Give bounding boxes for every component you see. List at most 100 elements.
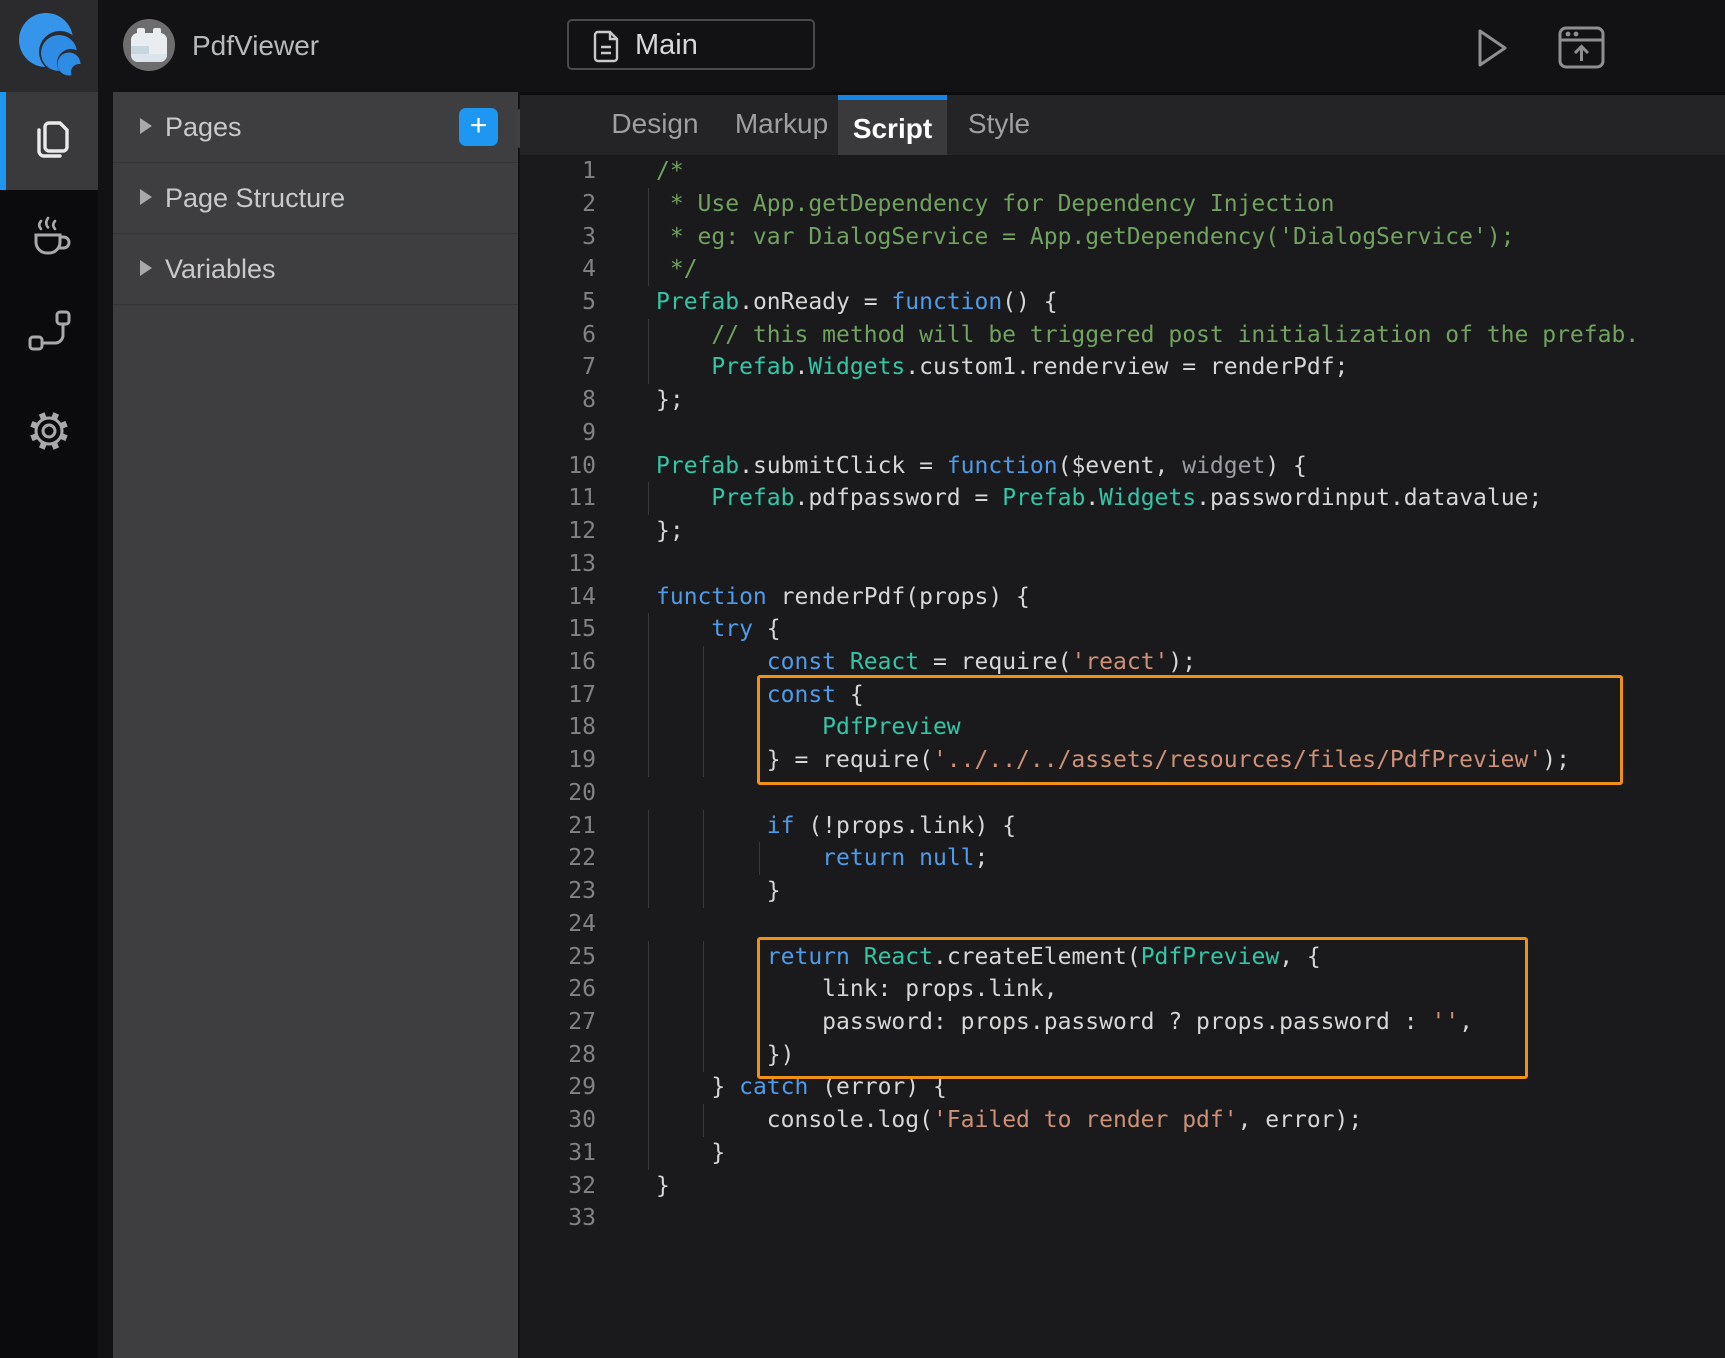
panel-section-label: Page Structure (165, 163, 345, 233)
line-number: 29 (520, 1071, 596, 1104)
line-number: 13 (520, 548, 596, 581)
panel-section-label: Variables (165, 234, 276, 304)
line-number: 28 (520, 1039, 596, 1072)
line-number: 25 (520, 941, 596, 974)
indent-guide (648, 1006, 649, 1039)
line-number: 7 (520, 351, 596, 384)
line-number: 19 (520, 744, 596, 777)
code-line-10[interactable]: 10 Prefab.submitClick = function($event, … (520, 450, 1725, 483)
code-line-15[interactable]: 15 try { (520, 613, 1725, 646)
chevron-right-icon (140, 118, 152, 134)
code-line-5[interactable]: 5 Prefab.onReady = function() { (520, 286, 1725, 319)
chevron-right-icon (140, 260, 152, 276)
code-line-13[interactable]: 13 (520, 548, 1725, 581)
code-text: } (656, 1170, 670, 1203)
code-line-11[interactable]: 11 Prefab.pdfpassword = Prefab.Widgets.p… (520, 482, 1725, 515)
indent-guide (648, 810, 649, 843)
code-text: const React = require('react'); (656, 646, 1196, 679)
line-number: 33 (520, 1202, 596, 1235)
page-selector-button[interactable]: Main (567, 19, 815, 70)
code-line-21[interactable]: 21 if (!props.link) { (520, 810, 1725, 843)
line-number: 22 (520, 842, 596, 875)
indent-guide (648, 941, 649, 974)
indent-guide (648, 744, 649, 777)
left-icon-rail (0, 92, 98, 1358)
editor-tabbar: DesignMarkupScriptStyle (520, 92, 1725, 155)
line-number: 18 (520, 711, 596, 744)
code-line-3[interactable]: 3 * eg: var DialogService = App.getDepen… (520, 221, 1725, 254)
rail-item-settings[interactable] (0, 402, 98, 464)
page-icon (591, 29, 623, 65)
code-highlight-box-2 (757, 937, 1528, 1080)
code-text: Prefab.onReady = function() { (656, 286, 1058, 319)
line-number: 15 (520, 613, 596, 646)
indent-guide (648, 711, 649, 744)
connector-icon (24, 305, 74, 360)
code-text: try { (656, 613, 781, 646)
panel-section-pages[interactable]: Pages + (113, 92, 518, 163)
script-code-editor[interactable]: 1 /*2 * Use App.getDependency for Depende… (520, 155, 1725, 1358)
code-line-2[interactable]: 2 * Use App.getDependency for Dependency… (520, 188, 1725, 221)
code-line-9[interactable]: 9 (520, 417, 1725, 450)
pages-icon (28, 115, 76, 168)
prefab-avatar[interactable] (122, 18, 176, 72)
indent-guide (648, 875, 649, 908)
code-line-30[interactable]: 30 console.log('Failed to render pdf', e… (520, 1104, 1725, 1137)
indent-guide (648, 646, 649, 679)
wavemaker-studio-window: PdfViewer Main Pages + Page Structure Var… (0, 0, 1725, 1358)
code-text: /* (656, 155, 684, 188)
code-line-6[interactable]: 6 // this method will be triggered post … (520, 319, 1725, 352)
rail-item-pages[interactable] (0, 92, 98, 190)
chevron-right-icon (140, 189, 152, 205)
add-page-button plus-icon[interactable]: + (459, 108, 498, 146)
indent-guide (648, 1071, 649, 1104)
code-line-16[interactable]: 16 const React = require('react'); (520, 646, 1725, 679)
play-icon run-button[interactable] (1474, 26, 1510, 70)
preview-window-icon[interactable] (1558, 26, 1606, 70)
indent-guide (648, 351, 649, 384)
code-text: console.log('Failed to render pdf', erro… (656, 1104, 1362, 1137)
indent-guide (648, 842, 649, 875)
line-number: 1 (520, 155, 596, 188)
code-line-23[interactable]: 23 } (520, 875, 1725, 908)
code-line-32[interactable]: 32} (520, 1170, 1725, 1203)
code-line-4[interactable]: 4 */ (520, 253, 1725, 286)
line-number: 30 (520, 1104, 596, 1137)
tab-script[interactable]: Script (838, 95, 947, 155)
panel-section-label: Pages (165, 92, 242, 162)
tab-design[interactable]: Design (597, 95, 713, 155)
project-title: PdfViewer (192, 0, 319, 92)
code-line-22[interactable]: 22 return null; (520, 842, 1725, 875)
code-highlight-box-1 (757, 675, 1623, 785)
code-text: } (656, 875, 781, 908)
line-number: 10 (520, 450, 596, 483)
tab-markup[interactable]: Markup (718, 95, 845, 155)
code-text: function renderPdf(props) { (656, 581, 1030, 614)
panel-section-page-structure[interactable]: Page Structure (113, 163, 518, 234)
code-line-12[interactable]: 12}; (520, 515, 1725, 548)
code-line-31[interactable]: 31 } (520, 1137, 1725, 1170)
code-line-7[interactable]: 7 Prefab.Widgets.custom1.renderview = re… (520, 351, 1725, 384)
rail-item-bindings[interactable] (0, 303, 98, 361)
code-text: Prefab.submitClick = function($event, wi… (656, 450, 1307, 483)
line-number: 9 (520, 417, 596, 450)
rail-item-java-services[interactable] (0, 210, 98, 266)
code-text: Prefab.Widgets.custom1.renderview = rend… (656, 351, 1348, 384)
line-number: 5 (520, 286, 596, 319)
code-line-33[interactable]: 33 (520, 1202, 1725, 1235)
brand-logo-button[interactable] (0, 0, 98, 92)
indent-guide (648, 1104, 649, 1137)
indent-guide (648, 253, 649, 286)
tab-style[interactable]: Style (958, 95, 1040, 155)
code-line-24[interactable]: 24 (520, 908, 1725, 941)
code-text: }; (656, 384, 684, 417)
line-number: 20 (520, 777, 596, 810)
code-line-8[interactable]: 8}; (520, 384, 1725, 417)
editor-pane: DesignMarkupScriptStyle 1 /*2 * Use App.g… (520, 92, 1725, 1358)
code-line-1[interactable]: 1 /* (520, 155, 1725, 188)
panel-section-variables[interactable]: Variables (113, 234, 518, 305)
indent-guide (648, 1039, 649, 1072)
code-line-14[interactable]: 14function renderPdf(props) { (520, 581, 1725, 614)
code-text: } (656, 1137, 725, 1170)
line-number: 31 (520, 1137, 596, 1170)
